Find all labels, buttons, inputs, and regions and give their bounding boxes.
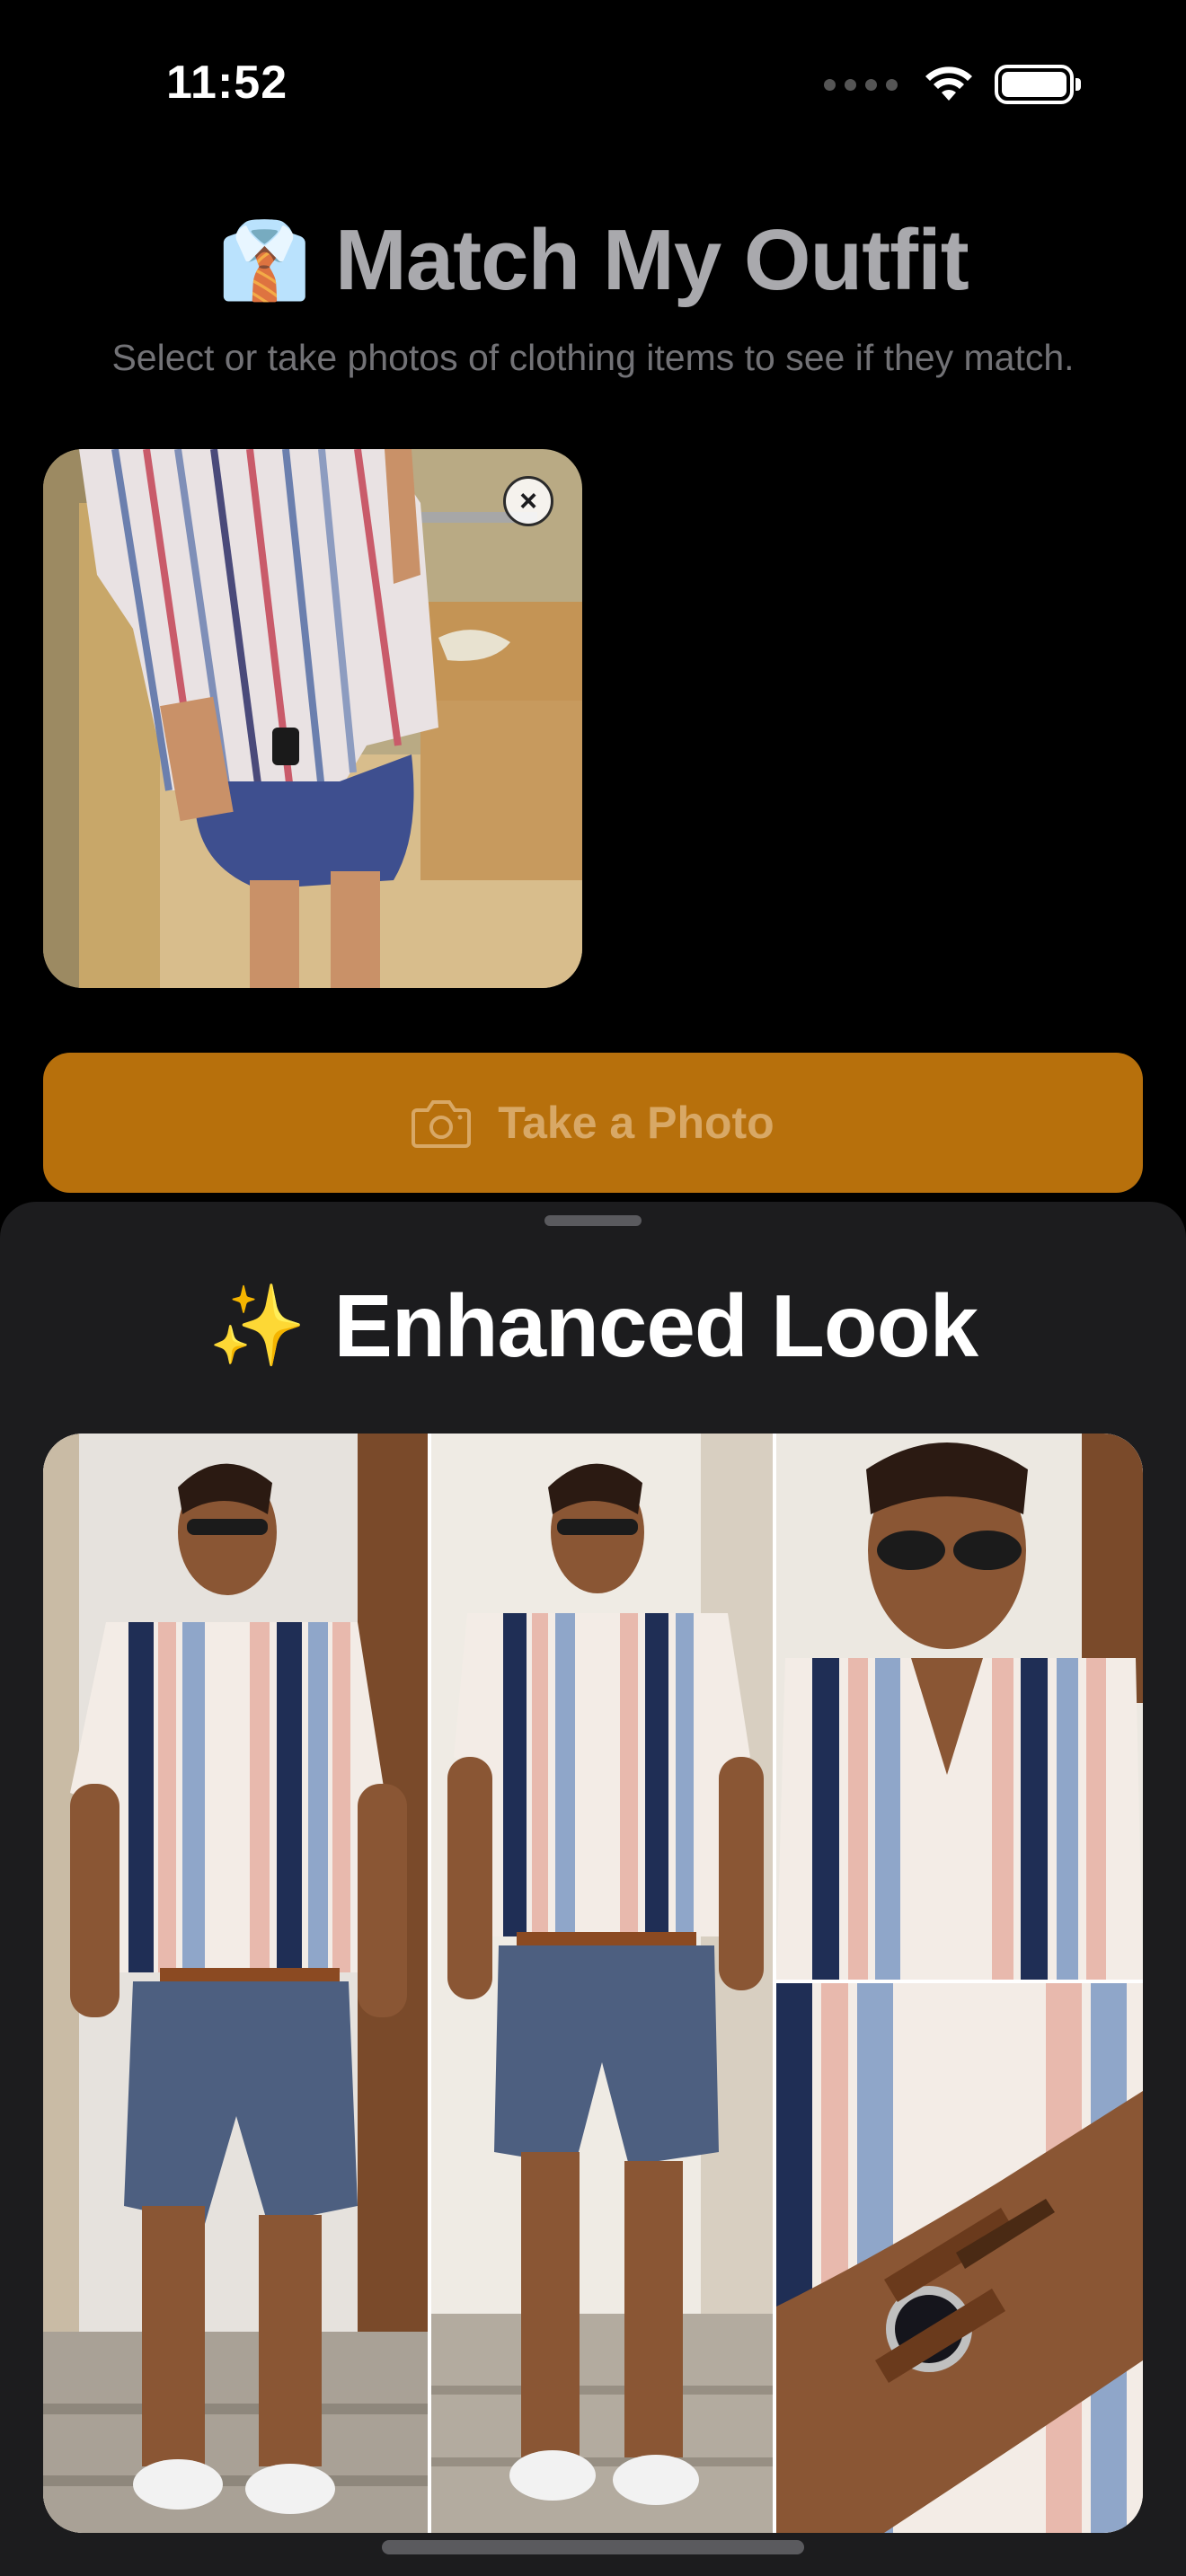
outfit-watch-detail-image [776, 1983, 1143, 2533]
shirt-tie-icon: 👔 [217, 217, 312, 303]
cellular-signal-icon [824, 78, 898, 91]
take-photo-label: Take a Photo [498, 1098, 774, 1148]
camera-icon [412, 1100, 472, 1148]
battery-icon [995, 65, 1081, 104]
page-title: Match My Outfit [334, 212, 969, 308]
page-header: 👔 Match My Outfit [0, 211, 1186, 310]
take-photo-button[interactable]: Take a Photo [43, 1053, 1143, 1193]
app-screen: 11:52 👔 Match My Outfit Select or take p… [0, 0, 1186, 2576]
status-indicators [824, 65, 1081, 104]
sheet-header: ✨ Enhanced Look [0, 1275, 1186, 1377]
outfit-closeup-image [776, 1434, 1143, 1980]
outfit-fullbody-image-1 [43, 1434, 428, 2533]
sheet-title: Enhanced Look [333, 1276, 978, 1375]
fitting-room-photo [43, 449, 582, 988]
home-indicator[interactable] [382, 2540, 804, 2554]
remove-photo-button[interactable]: × [503, 476, 553, 526]
sheet-grabber[interactable] [544, 1215, 642, 1226]
sparkles-icon: ✨ [208, 1281, 307, 1370]
enhanced-look-collage[interactable] [43, 1434, 1143, 2533]
wifi-icon [925, 66, 972, 101]
close-icon: × [519, 483, 537, 518]
page-subtitle: Select or take photos of clothing items … [111, 337, 1075, 378]
selected-photo-thumbnail[interactable] [43, 449, 582, 988]
status-time: 11:52 [166, 57, 288, 109]
outfit-fullbody-image-2 [431, 1434, 773, 2533]
